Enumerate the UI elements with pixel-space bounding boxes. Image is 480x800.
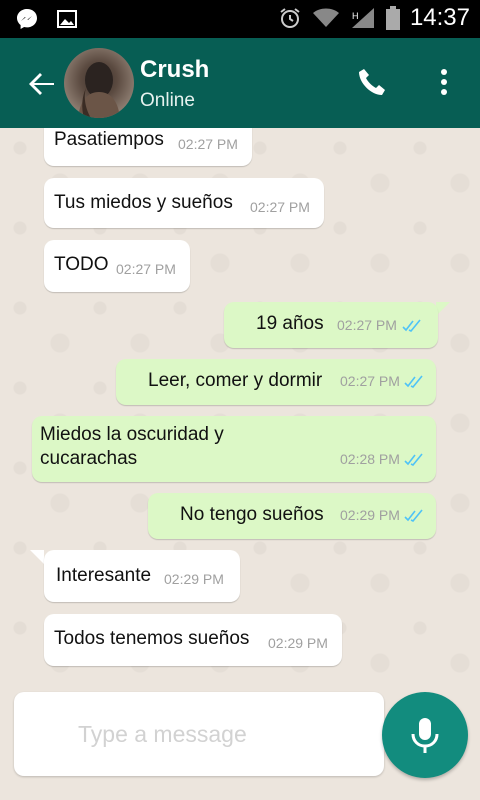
message-text: 19 años (256, 313, 324, 334)
read-ticks-icon (404, 509, 423, 523)
bubble-tail (436, 302, 450, 316)
more-vert-icon[interactable] (432, 66, 456, 98)
read-ticks-icon (404, 453, 423, 467)
phone-icon[interactable] (356, 66, 388, 98)
message-time: 02:27 PM (337, 317, 397, 333)
message-time: 02:28 PM (340, 451, 400, 467)
message-bubble-incoming[interactable]: TODO 02:27 PM (44, 240, 190, 292)
message-text: Leer, comer y dormir (148, 370, 323, 391)
message-time: 02:27 PM (250, 199, 310, 215)
message-bubble-outgoing[interactable]: 19 años 02:27 PM (224, 302, 438, 348)
svg-text:H: H (352, 11, 359, 21)
image-icon (57, 10, 77, 28)
message-time: 02:29 PM (268, 635, 328, 651)
chat-header: Crush Online (0, 38, 480, 128)
avatar[interactable] (64, 48, 134, 118)
message-text-line2: cucarachas (40, 448, 138, 469)
battery-icon (385, 6, 400, 30)
contact-name[interactable]: Crush (140, 56, 209, 84)
messenger-icon (17, 9, 37, 29)
wifi-icon (312, 8, 339, 27)
message-bubble-outgoing[interactable]: Leer, comer y dormir 02:27 PM (116, 359, 436, 405)
mic-button[interactable] (382, 692, 468, 778)
message-composer (14, 692, 384, 776)
microphone-icon (411, 718, 439, 753)
message-bubble-incoming[interactable]: Todos tenemos sueños 02:29 PM (44, 614, 342, 666)
message-text: No tengo sueños (180, 504, 324, 525)
message-input[interactable] (78, 716, 368, 752)
message-time: 02:27 PM (178, 136, 238, 152)
message-text: Pasatiempos (54, 129, 164, 150)
message-bubble-incoming[interactable]: Pasatiempos 02:27 PM (44, 128, 252, 166)
alarm-icon (280, 8, 300, 28)
message-bubble-outgoing[interactable]: Miedos la oscuridad y cucarachas 02:28 P… (32, 416, 436, 482)
message-text: Miedos la oscuridad y (40, 424, 224, 445)
message-time: 02:27 PM (116, 261, 176, 277)
bubble-tail (30, 550, 44, 564)
signal-icon: H (351, 8, 374, 28)
status-time: 14:37 (409, 4, 470, 31)
contact-status: Online (140, 90, 195, 111)
status-bar: H 14:37 (0, 0, 480, 38)
read-ticks-icon (402, 319, 421, 333)
message-bubble-incoming[interactable]: Interesante 02:29 PM (44, 550, 240, 602)
message-text: Tus miedos y sueños (54, 192, 233, 213)
message-text: Interesante (56, 565, 152, 586)
message-time: 02:29 PM (164, 571, 224, 587)
message-bubble-outgoing[interactable]: No tengo sueños 02:29 PM (148, 493, 436, 539)
read-ticks-icon (404, 375, 423, 389)
message-text: Todos tenemos sueños (54, 628, 250, 649)
message-list[interactable]: Pasatiempos 02:27 PM Tus miedos y sueños… (0, 128, 480, 688)
message-bubble-incoming[interactable]: Tus miedos y sueños 02:27 PM (44, 178, 324, 228)
message-text: TODO (54, 254, 109, 275)
message-time: 02:29 PM (340, 507, 400, 523)
message-time: 02:27 PM (340, 373, 400, 389)
back-arrow-icon[interactable] (26, 68, 58, 100)
